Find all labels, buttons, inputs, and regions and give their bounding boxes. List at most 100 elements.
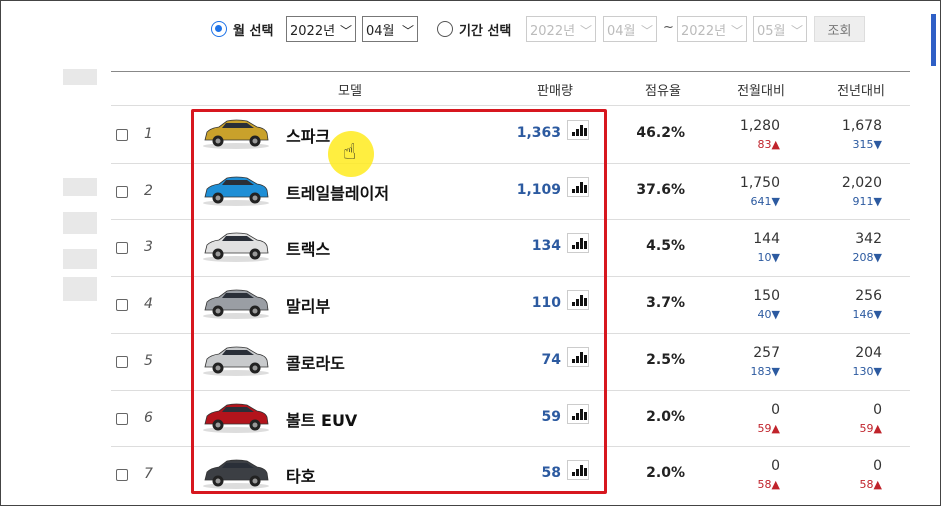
market-share: 2.5%	[646, 351, 685, 368]
yoy-diff: 208▼	[852, 251, 882, 265]
mom-value: 150	[753, 288, 780, 305]
mom-value: 144	[753, 231, 780, 248]
period-radio-label: 기간 선택	[459, 23, 512, 39]
range-separator: ~	[663, 20, 674, 35]
row-checkbox[interactable]	[116, 185, 128, 198]
radio-unselected-icon[interactable]	[437, 21, 453, 37]
highlight-box	[191, 109, 607, 494]
row-checkbox[interactable]	[116, 242, 128, 255]
month-month-value: 04월	[366, 23, 395, 39]
yoy-diff: 58▲	[859, 478, 882, 492]
chevron-down-icon: ﹀	[401, 24, 414, 38]
table-top-border	[111, 71, 910, 72]
yoy-value: 0	[873, 458, 882, 475]
arrow-down-icon: ▼	[771, 251, 780, 265]
rank-number: 5	[144, 352, 153, 369]
month-select-radio[interactable]: 월 선택	[211, 16, 273, 42]
period-from-year-select[interactable]: 2022년 ﹀	[526, 16, 596, 42]
yoy-diff: 130▼	[852, 364, 882, 378]
header-yoy: 전년대비	[837, 84, 885, 99]
mom-value: 1,750	[739, 174, 780, 191]
market-share: 46.2%	[636, 125, 685, 141]
period-select-radio[interactable]: 기간 선택	[437, 16, 511, 42]
row-checkbox[interactable]	[116, 299, 128, 312]
chevron-down-icon: ﹀	[790, 24, 803, 38]
arrow-down-icon: ▼	[873, 308, 882, 322]
yoy-value: 256	[855, 288, 882, 305]
chevron-down-icon: ﹀	[730, 24, 743, 38]
yoy-value: 342	[855, 231, 882, 248]
month-year-value: 2022년	[290, 23, 336, 39]
rank-number: 1	[144, 126, 153, 142]
row-checkbox[interactable]	[116, 129, 128, 141]
row-checkbox[interactable]	[116, 355, 128, 368]
arrow-up-icon: ▲	[873, 421, 882, 435]
arrow-down-icon: ▼	[771, 308, 780, 322]
chevron-down-icon: ﹀	[640, 24, 653, 38]
mom-diff: 40▼	[757, 308, 780, 322]
month-year-select[interactable]: 2022년 ﹀	[286, 16, 356, 42]
arrow-down-icon: ▼	[771, 364, 780, 378]
rank-number: 2	[144, 182, 153, 199]
arrow-up-icon: ▲	[771, 138, 780, 151]
rank-number: 3	[144, 239, 153, 256]
market-share: 3.7%	[646, 295, 685, 312]
yoy-diff: 59▲	[859, 421, 882, 435]
header-mom: 전월대비	[737, 84, 785, 99]
mom-diff: 641▼	[750, 194, 780, 208]
rank-number: 7	[144, 466, 153, 483]
market-share: 2.0%	[646, 408, 685, 425]
market-share: 37.6%	[636, 181, 685, 198]
arrow-down-icon: ▼	[873, 194, 882, 208]
header-model: 모델	[338, 84, 362, 99]
month-radio-label: 월 선택	[233, 23, 274, 39]
rank-number: 6	[144, 409, 153, 426]
side-accent-bar	[931, 14, 936, 66]
mom-value: 0	[771, 401, 780, 418]
yoy-value: 0	[873, 401, 882, 418]
pointer-hand-icon: ☝	[343, 140, 357, 165]
blurred-content	[63, 178, 97, 196]
arrow-down-icon: ▼	[873, 138, 882, 151]
blurred-content	[63, 277, 97, 301]
arrow-down-icon: ▼	[873, 251, 882, 265]
chevron-down-icon: ﹀	[579, 24, 592, 38]
mom-value: 1,280	[739, 118, 780, 134]
mom-diff: 58▲	[757, 478, 780, 492]
search-button[interactable]: 조회	[814, 16, 865, 42]
yoy-diff: 911▼	[852, 194, 882, 208]
blurred-content	[63, 69, 97, 85]
yoy-diff: 146▼	[852, 308, 882, 322]
rank-number: 4	[144, 296, 153, 313]
period-to-month-select[interactable]: 05월 ﹀	[753, 16, 807, 42]
blurred-content	[63, 249, 97, 269]
market-share: 2.0%	[646, 465, 685, 482]
period-to-year-select[interactable]: 2022년 ﹀	[677, 16, 747, 42]
row-checkbox[interactable]	[116, 412, 128, 425]
mom-diff: 10▼	[757, 251, 780, 265]
radio-selected-icon[interactable]	[211, 21, 227, 37]
yoy-value: 204	[855, 344, 882, 361]
arrow-down-icon: ▼	[771, 194, 780, 208]
arrow-up-icon: ▲	[873, 478, 882, 492]
row-checkbox[interactable]	[116, 469, 128, 482]
blurred-content	[63, 212, 97, 234]
yoy-value: 1,678	[841, 118, 882, 134]
mom-diff: 59▲	[757, 421, 780, 435]
mom-value: 257	[753, 344, 780, 361]
yoy-diff: 315▼	[852, 138, 882, 151]
period-to-month-value: 05월	[757, 23, 786, 39]
mom-value: 0	[771, 458, 780, 475]
market-share: 4.5%	[646, 238, 685, 255]
period-to-year-value: 2022년	[681, 23, 727, 39]
yoy-value: 2,020	[841, 174, 882, 191]
arrow-up-icon: ▲	[771, 478, 780, 492]
mom-diff: 183▼	[750, 364, 780, 378]
mom-diff: 83▲	[757, 138, 780, 151]
arrow-up-icon: ▲	[771, 421, 780, 435]
period-from-month-select[interactable]: 04월 ﹀	[603, 16, 657, 42]
period-from-month-value: 04월	[607, 23, 636, 39]
month-month-select[interactable]: 04월 ﹀	[362, 16, 418, 42]
header-sales: 판매량	[537, 84, 573, 99]
period-from-year-value: 2022년	[530, 23, 576, 39]
